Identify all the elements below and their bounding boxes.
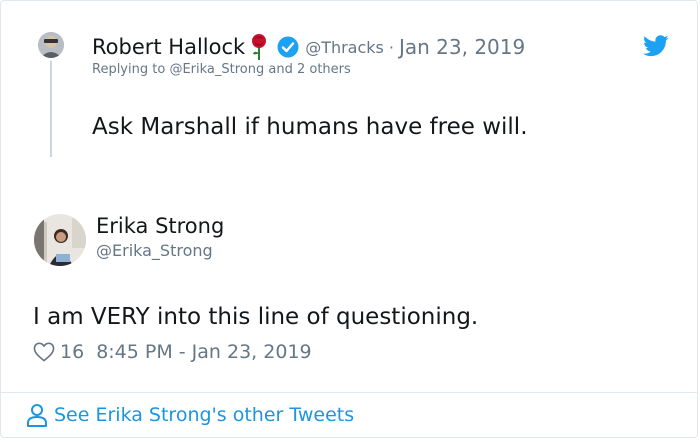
header-separator: · [388, 37, 394, 57]
replying-to-line: Replying to @Erika_Strong and 2 others [92, 62, 351, 77]
replying-prefix: Replying to [92, 62, 170, 77]
twitter-logo-icon[interactable] [643, 35, 669, 57]
person-icon [26, 403, 48, 427]
like-count[interactable]: 16 [60, 341, 84, 363]
parent-author-name[interactable]: Robert Hallock [92, 35, 245, 59]
main-author-avatar[interactable] [34, 214, 86, 266]
tweet-meta-row: 16 8:45 PM - Jan 23, 2019 [33, 341, 312, 363]
tweet-timestamp[interactable]: 8:45 PM - Jan 23, 2019 [96, 341, 311, 363]
see-other-tweets-label: See Erika Strong's other Tweets [54, 404, 355, 426]
footer-divider [1, 392, 697, 393]
main-author-handle[interactable]: @Erika_Strong [96, 241, 213, 260]
replying-mention-link[interactable]: @Erika_Strong [169, 62, 264, 77]
rose-icon [249, 33, 269, 61]
main-tweet-text: I am VERY into this line of questioning. [33, 304, 479, 330]
parent-author-handle[interactable]: @Thracks [305, 38, 384, 57]
replying-suffix[interactable]: and 2 others [264, 62, 350, 77]
verified-icon [277, 36, 299, 58]
embedded-tweet-card: Robert Hallock @Thracks · Jan 23, 2019 R… [0, 0, 698, 438]
parent-tweet-text: Ask Marshall if humans have free will. [92, 114, 528, 140]
thread-line [50, 61, 52, 157]
parent-tweet-date[interactable]: Jan 23, 2019 [399, 35, 525, 59]
heart-icon[interactable] [33, 342, 55, 362]
parent-author-avatar[interactable] [38, 32, 64, 58]
parent-tweet-header: Robert Hallock @Thracks · Jan 23, 2019 [92, 33, 525, 61]
main-author-name[interactable]: Erika Strong [96, 214, 224, 238]
see-other-tweets-link[interactable]: See Erika Strong's other Tweets [26, 403, 354, 427]
